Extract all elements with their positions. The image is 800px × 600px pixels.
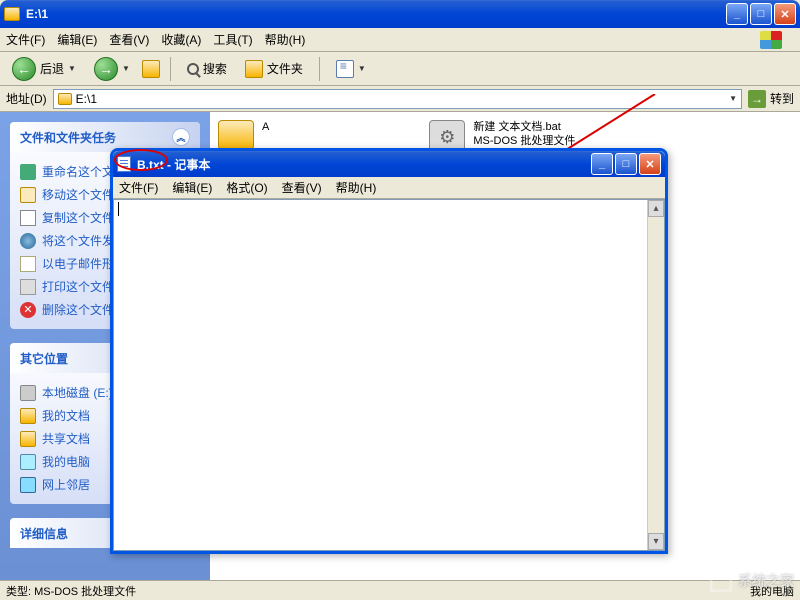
notepad-menubar: 文件(F) 编辑(E) 格式(O) 查看(V) 帮助(H) bbox=[113, 177, 665, 199]
folder-icon bbox=[20, 408, 36, 424]
window-title: E:\1 bbox=[26, 7, 726, 21]
go-button[interactable]: → 转到 bbox=[748, 90, 794, 108]
house-icon bbox=[708, 568, 734, 594]
search-label: 搜索 bbox=[203, 60, 227, 77]
menu-edit[interactable]: 编辑(E) bbox=[57, 31, 97, 48]
notepad-title: B.txt - 记事本 bbox=[137, 156, 591, 173]
vertical-scrollbar[interactable] bbox=[647, 200, 664, 550]
mail-icon bbox=[20, 256, 36, 272]
go-label: 转到 bbox=[770, 90, 794, 107]
separator bbox=[170, 57, 171, 81]
address-bar: 地址(D) E:\1 ▼ → 转到 bbox=[0, 86, 800, 112]
menu-view[interactable]: 查看(V) bbox=[109, 31, 149, 48]
close-button[interactable]: ✕ bbox=[774, 3, 796, 25]
move-icon bbox=[20, 187, 36, 203]
notepad-textarea[interactable] bbox=[113, 199, 665, 551]
back-button[interactable]: ← 后退 ▼ bbox=[6, 54, 82, 84]
menu-help[interactable]: 帮助(H) bbox=[265, 31, 306, 48]
search-button[interactable]: 搜索 bbox=[181, 57, 233, 80]
collapse-icon: ︽ bbox=[172, 128, 190, 146]
status-left: 类型: MS-DOS 批处理文件 bbox=[6, 583, 136, 599]
search-icon bbox=[187, 63, 199, 75]
explorer-toolbar: ← 后退 ▼ → ▼ 搜索 文件夹 ▼ bbox=[0, 52, 800, 86]
menu-file[interactable]: 文件(F) bbox=[6, 31, 45, 48]
chevron-down-icon: ▼ bbox=[122, 64, 130, 73]
delete-icon: ✕ bbox=[20, 302, 36, 318]
notepad-icon bbox=[117, 156, 131, 172]
computer-icon bbox=[20, 454, 36, 470]
status-bar: 类型: MS-DOS 批处理文件 我的电脑 bbox=[0, 580, 800, 600]
views-icon bbox=[336, 60, 354, 78]
other-title: 其它位置 bbox=[20, 350, 68, 367]
back-arrow-icon: ← bbox=[12, 57, 36, 81]
explorer-titlebar: E:\1 _ □ ✕ bbox=[0, 0, 800, 28]
np-menu-edit[interactable]: 编辑(E) bbox=[172, 179, 212, 196]
up-folder-button[interactable] bbox=[142, 60, 160, 78]
rename-icon bbox=[20, 164, 36, 180]
explorer-menubar: 文件(F) 编辑(E) 查看(V) 收藏(A) 工具(T) 帮助(H) bbox=[0, 28, 800, 52]
np-menu-help[interactable]: 帮助(H) bbox=[336, 179, 377, 196]
menu-favorites[interactable]: 收藏(A) bbox=[161, 31, 201, 48]
folder-icon bbox=[4, 7, 20, 21]
print-icon bbox=[20, 279, 36, 295]
drive-icon bbox=[20, 385, 36, 401]
file-label: A bbox=[262, 120, 269, 134]
folder-icon bbox=[58, 93, 72, 105]
close-button[interactable]: ✕ bbox=[639, 153, 661, 175]
watermark: 系统之家 bbox=[708, 568, 794, 594]
np-menu-format[interactable]: 格式(O) bbox=[226, 179, 267, 196]
web-icon bbox=[20, 233, 36, 249]
folder-icon bbox=[20, 431, 36, 447]
chevron-down-icon: ▼ bbox=[358, 64, 366, 73]
windows-flag-icon bbox=[760, 31, 782, 49]
address-label: 地址(D) bbox=[6, 90, 47, 107]
np-menu-file[interactable]: 文件(F) bbox=[119, 179, 158, 196]
minimize-button[interactable]: _ bbox=[591, 153, 613, 175]
separator bbox=[319, 57, 320, 81]
notepad-window: B.txt - 记事本 _ □ ✕ 文件(F) 编辑(E) 格式(O) 查看(V… bbox=[110, 148, 668, 554]
chevron-down-icon: ▼ bbox=[68, 64, 76, 73]
np-menu-view[interactable]: 查看(V) bbox=[282, 179, 322, 196]
text-cursor bbox=[118, 202, 119, 216]
details-title: 详细信息 bbox=[20, 525, 68, 542]
folder-icon bbox=[218, 120, 254, 150]
folders-button[interactable]: 文件夹 bbox=[239, 57, 309, 81]
notepad-titlebar[interactable]: B.txt - 记事本 _ □ ✕ bbox=[113, 151, 665, 177]
go-arrow-icon: → bbox=[748, 90, 766, 108]
tasks-title: 文件和文件夹任务 bbox=[20, 129, 116, 146]
maximize-button[interactable]: □ bbox=[750, 3, 772, 25]
forward-button[interactable]: → ▼ bbox=[88, 54, 136, 84]
minimize-button[interactable]: _ bbox=[726, 3, 748, 25]
maximize-button[interactable]: □ bbox=[615, 153, 637, 175]
copy-icon bbox=[20, 210, 36, 226]
folders-label: 文件夹 bbox=[267, 60, 303, 77]
menu-tools[interactable]: 工具(T) bbox=[213, 31, 252, 48]
chevron-down-icon[interactable]: ▼ bbox=[729, 94, 737, 103]
folders-icon bbox=[245, 60, 263, 78]
views-button[interactable]: ▼ bbox=[330, 57, 372, 81]
back-label: 后退 bbox=[40, 60, 64, 77]
address-value: E:\1 bbox=[76, 92, 97, 106]
network-icon bbox=[20, 477, 36, 493]
forward-arrow-icon: → bbox=[94, 57, 118, 81]
